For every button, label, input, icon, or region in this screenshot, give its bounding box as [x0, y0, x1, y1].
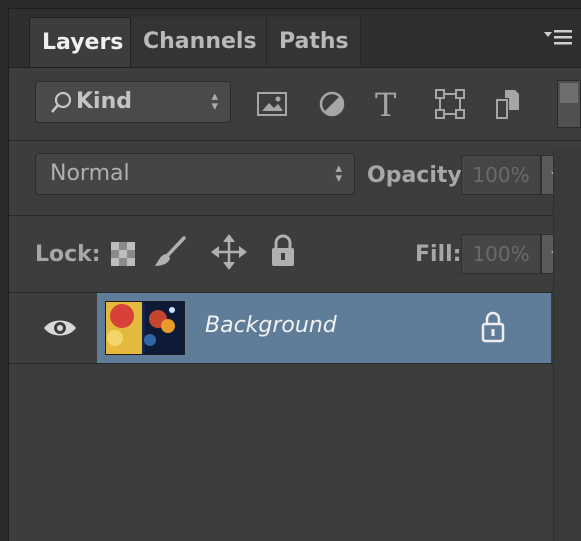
opacity-input[interactable]: 100% — [461, 155, 541, 195]
panel-menu-icon[interactable] — [544, 29, 574, 53]
panel-scroll-strip — [553, 149, 581, 541]
lock-position-move-icon[interactable] — [211, 234, 247, 274]
blend-mode-select[interactable]: Normal ▴ ▾ — [35, 153, 355, 195]
filter-toggle-switch[interactable] — [557, 80, 581, 128]
blend-mode-value: Normal — [50, 161, 130, 186]
tab-paths[interactable]: Paths — [267, 17, 361, 67]
lock-all-icon[interactable] — [271, 234, 295, 272]
blend-row: Normal ▴ ▾ Opacity: 100% — [9, 141, 581, 216]
smart-object-filter-icon[interactable] — [495, 88, 521, 124]
lock-transparent-pixels-icon[interactable] — [111, 242, 135, 270]
stepper-arrows-icon: ▴ ▾ — [335, 161, 342, 186]
type-filter-icon[interactable]: T — [375, 86, 396, 124]
layer-name[interactable]: Background — [205, 313, 337, 338]
stepper-arrows-icon: ▴ ▾ — [211, 89, 218, 114]
filter-row: Kind ▴ ▾ T — [9, 68, 581, 141]
shape-filter-icon[interactable] — [435, 89, 465, 123]
opacity-label: Opacity: — [367, 163, 471, 188]
layers-panel: Layers Channels Paths Kind ▴ ▾ T Normal … — [8, 8, 581, 541]
layer-thumbnail — [105, 301, 185, 355]
layer-lock-icon — [481, 311, 505, 347]
lock-row: Lock: Fill: 100% — [9, 216, 581, 293]
eye-visibility-icon[interactable] — [43, 317, 77, 343]
fill-label: Fill: — [415, 242, 462, 267]
layer-selection-highlight: Background — [97, 293, 551, 363]
lock-image-pixels-brush-icon[interactable] — [153, 236, 187, 274]
adjustment-filter-icon[interactable] — [319, 91, 345, 121]
lock-label: Lock: — [35, 242, 101, 267]
tab-channels[interactable]: Channels — [131, 17, 267, 67]
layer-row-background[interactable]: Background — [9, 293, 581, 364]
filter-kind-label: Kind — [76, 89, 132, 114]
tab-layers[interactable]: Layers — [29, 17, 131, 67]
image-filter-icon[interactable] — [257, 92, 287, 120]
fill-input[interactable]: 100% — [461, 234, 541, 274]
search-icon — [50, 91, 72, 121]
panel-tab-bar: Layers Channels Paths — [9, 9, 581, 68]
filter-kind-select[interactable]: Kind ▴ ▾ — [35, 81, 231, 123]
